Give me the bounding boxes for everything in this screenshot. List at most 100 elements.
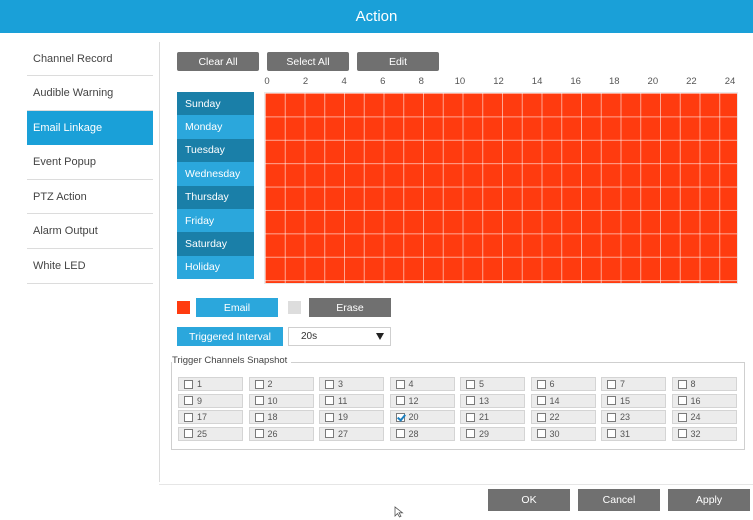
window-title: Action	[0, 0, 753, 33]
channel-checkbox-22[interactable]: 22	[530, 410, 596, 424]
checkbox-icon[interactable]	[254, 412, 264, 422]
channel-checkbox-4[interactable]: 4	[389, 377, 455, 391]
select-all-button[interactable]: Select All	[267, 52, 349, 71]
channel-checkbox-2[interactable]: 2	[248, 377, 314, 391]
channel-checkbox-14[interactable]: 14	[530, 393, 596, 408]
checkbox-icon[interactable]	[254, 379, 264, 389]
hour-label: 0	[264, 76, 270, 87]
channel-number: 22	[549, 412, 560, 422]
sidebar-item-event-popup[interactable]: Event Popup	[27, 146, 153, 180]
channel-checkbox-27[interactable]: 27	[319, 426, 384, 441]
channel-checkbox-29[interactable]: 29	[460, 426, 525, 441]
channel-checkbox-1[interactable]: 1	[178, 377, 243, 391]
day-label-friday[interactable]: Friday	[177, 208, 254, 233]
channel-checkbox-26[interactable]: 26	[248, 426, 314, 441]
checkbox-icon[interactable]	[184, 412, 193, 422]
ok-button[interactable]: OK	[488, 489, 570, 511]
channel-checkbox-30[interactable]: 30	[530, 426, 596, 441]
channel-number: 19	[338, 412, 349, 422]
checkbox-icon[interactable]	[395, 379, 405, 389]
channel-number: 15	[620, 395, 631, 406]
checkbox-icon[interactable]	[254, 396, 264, 405]
day-label-monday[interactable]: Monday	[177, 115, 254, 139]
sidebar-item-alarm-output[interactable]: Alarm Output	[27, 215, 153, 249]
checkbox-icon[interactable]	[325, 379, 334, 389]
channel-checkbox-17[interactable]: 17	[178, 410, 243, 424]
checkbox-icon[interactable]	[395, 396, 405, 405]
checkbox-icon[interactable]	[184, 396, 193, 405]
day-label-wednesday[interactable]: Wednesday	[177, 162, 254, 186]
sidebar-item-white-led[interactable]: White LED	[27, 250, 153, 284]
channel-checkbox-28[interactable]: 28	[389, 426, 455, 441]
sidebar-item-audible-warning[interactable]: Audible Warning	[27, 77, 153, 111]
checkbox-icon[interactable]	[607, 429, 616, 438]
channel-checkbox-16[interactable]: 16	[671, 393, 737, 408]
checkbox-icon[interactable]	[677, 429, 687, 438]
channel-checkbox-31[interactable]: 31	[601, 426, 666, 441]
triggered-interval-select[interactable]: 20s	[288, 327, 391, 346]
channel-checkbox-7[interactable]: 7	[601, 377, 666, 391]
day-label-holiday[interactable]: Holiday	[177, 255, 254, 280]
checkbox-icon[interactable]	[607, 379, 616, 389]
day-label-thursday[interactable]: Thursday	[177, 185, 254, 209]
checkbox-icon[interactable]	[607, 412, 616, 422]
checkbox-icon[interactable]	[466, 396, 475, 405]
checkbox-icon[interactable]	[395, 429, 405, 438]
checkbox-icon[interactable]	[677, 412, 687, 422]
channel-checkbox-21[interactable]: 21	[460, 410, 525, 424]
apply-button[interactable]: Apply	[668, 489, 750, 511]
sidebar-item-channel-record[interactable]: Channel Record	[27, 42, 153, 76]
day-label-tuesday[interactable]: Tuesday	[177, 138, 254, 163]
triggered-interval-value: 20s	[301, 331, 318, 342]
channel-checkbox-6[interactable]: 6	[530, 377, 596, 391]
channel-number: 12	[408, 395, 419, 406]
channel-checkbox-18[interactable]: 18	[248, 410, 314, 424]
checkbox-icon[interactable]	[466, 412, 475, 422]
checkbox-icon[interactable]	[184, 379, 193, 389]
email-mode-button[interactable]: Email	[196, 298, 278, 317]
checkbox-icon[interactable]	[607, 396, 616, 405]
sidebar-item-email-linkage[interactable]: Email Linkage	[27, 111, 153, 146]
channel-checkbox-13[interactable]: 13	[460, 393, 525, 408]
day-label-sunday[interactable]: Sunday	[177, 92, 254, 116]
checkbox-icon[interactable]	[536, 379, 546, 389]
cancel-button[interactable]: Cancel	[578, 489, 660, 511]
checkbox-icon[interactable]	[325, 396, 334, 405]
channel-checkbox-23[interactable]: 23	[601, 410, 666, 424]
checkbox-icon[interactable]	[536, 429, 546, 438]
checkbox-checked-icon[interactable]	[395, 412, 405, 422]
schedule-grid[interactable]	[264, 92, 738, 284]
edit-button[interactable]: Edit	[357, 52, 439, 71]
checkbox-icon[interactable]	[536, 396, 546, 405]
channel-checkbox-24[interactable]: 24	[671, 410, 737, 424]
checkbox-icon[interactable]	[466, 379, 475, 389]
channel-checkbox-8[interactable]: 8	[671, 377, 737, 391]
checkbox-icon[interactable]	[677, 396, 687, 405]
channel-checkbox-9[interactable]: 9	[178, 393, 243, 408]
checkbox-icon[interactable]	[536, 412, 546, 422]
checkbox-icon[interactable]	[184, 429, 193, 438]
channel-checkbox-15[interactable]: 15	[601, 393, 666, 408]
day-label-saturday[interactable]: Saturday	[177, 232, 254, 256]
channel-number: 30	[549, 428, 560, 439]
checkbox-icon[interactable]	[254, 429, 264, 438]
channel-checkbox-11[interactable]: 11	[319, 393, 384, 408]
channel-checkbox-19[interactable]: 19	[319, 410, 384, 424]
checkbox-icon[interactable]	[325, 412, 334, 422]
checkbox-icon[interactable]	[677, 379, 687, 389]
checkbox-icon[interactable]	[325, 429, 334, 438]
sidebar-item-ptz-action[interactable]: PTZ Action	[27, 180, 153, 215]
channel-checkbox-12[interactable]: 12	[389, 393, 455, 408]
channel-checkbox-5[interactable]: 5	[460, 377, 525, 391]
erase-mode-button[interactable]: Erase	[309, 298, 391, 317]
channel-checkbox-3[interactable]: 3	[319, 377, 384, 391]
channel-checkbox-20[interactable]: 20	[389, 410, 455, 424]
clear-all-button[interactable]: Clear All	[177, 52, 259, 71]
checkbox-icon[interactable]	[466, 429, 475, 438]
email-color-swatch	[177, 301, 190, 314]
channel-number: 4	[408, 379, 414, 389]
channel-checkbox-10[interactable]: 10	[248, 393, 314, 408]
chevron-down-icon	[376, 333, 384, 340]
channel-checkbox-32[interactable]: 32	[671, 426, 737, 441]
channel-checkbox-25[interactable]: 25	[178, 426, 243, 441]
